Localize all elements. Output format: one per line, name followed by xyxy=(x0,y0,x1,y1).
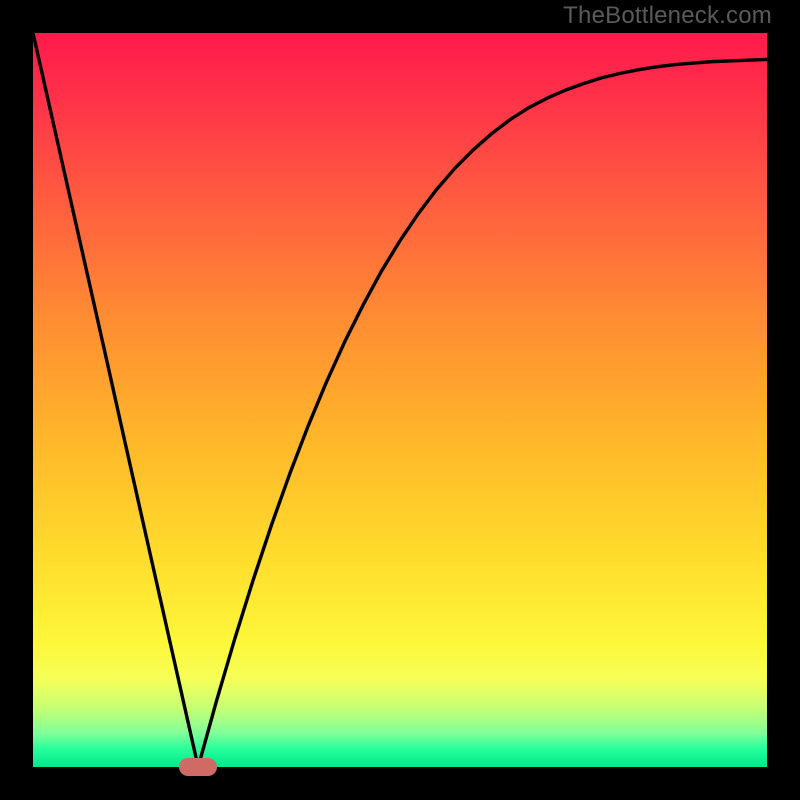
chart-frame: TheBottleneck.com xyxy=(0,0,800,800)
optimum-marker xyxy=(179,758,217,776)
bottleneck-curve xyxy=(33,33,767,767)
watermark-text: TheBottleneck.com xyxy=(563,2,772,30)
plot-area xyxy=(33,33,767,767)
curve-path xyxy=(33,33,767,767)
